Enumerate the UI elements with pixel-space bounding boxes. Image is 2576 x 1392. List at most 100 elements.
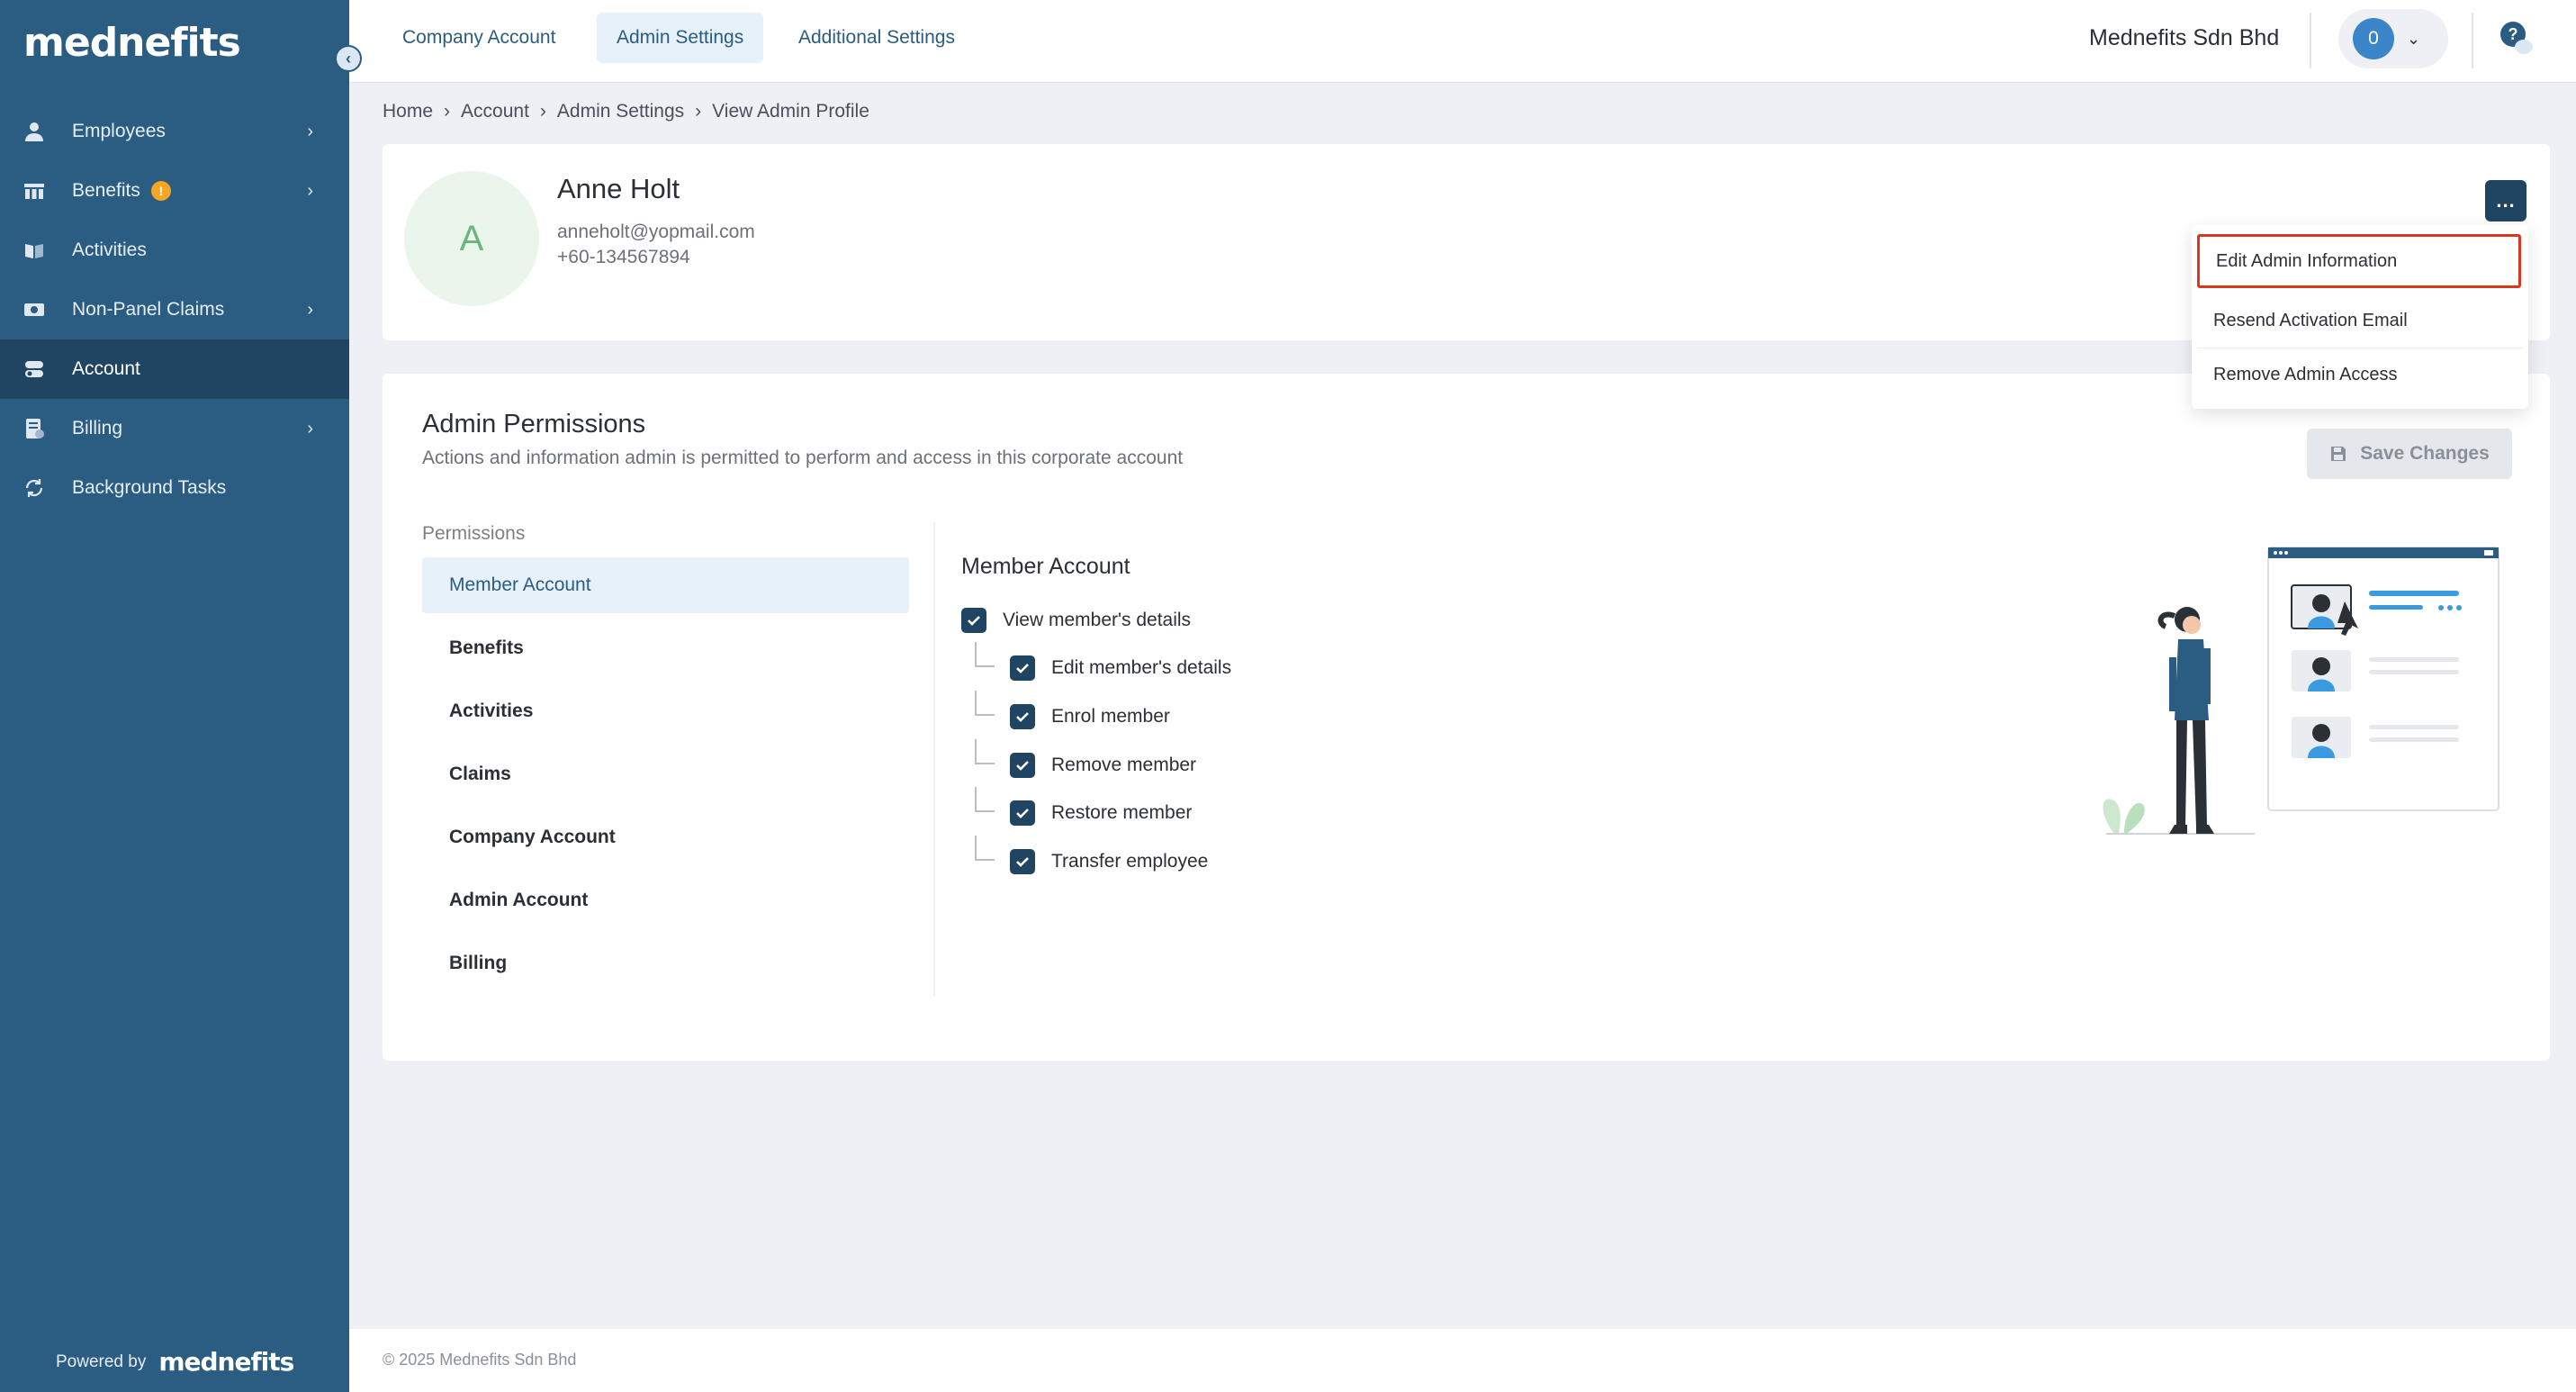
- sidebar-item-label: Background Tasks: [72, 477, 227, 498]
- sidebar-item-label: Non-Panel Claims: [72, 299, 225, 320]
- sidebar-item-employees[interactable]: Employees ›: [0, 102, 349, 161]
- breadcrumb-separator: ›: [695, 101, 702, 122]
- enrol-member-checkbox[interactable]: Enrol member: [1010, 704, 1170, 729]
- checkbox-label: Transfer employee: [1051, 851, 1209, 872]
- divider: [2472, 13, 2473, 68]
- view-member-details-checkbox[interactable]: View member's details: [961, 608, 1191, 633]
- ellipsis-icon: ...: [2496, 189, 2516, 212]
- checkbox-checked-icon: [1010, 704, 1035, 729]
- sidebar: mednefits Employees › Benefits ! › Activ…: [0, 0, 349, 1392]
- save-changes-button[interactable]: Save Changes: [2307, 429, 2512, 479]
- tab-admin-settings[interactable]: Admin Settings: [597, 13, 764, 63]
- chevron-right-icon: ›: [307, 418, 313, 438]
- edit-member-details-checkbox[interactable]: Edit member's details: [1010, 655, 1231, 681]
- chevron-right-icon: ›: [307, 180, 313, 201]
- category-activities[interactable]: Activities: [422, 683, 909, 739]
- checkbox-checked-icon: [1010, 849, 1035, 874]
- sidebar-item-label: Benefits: [72, 180, 140, 201]
- restore-member-checkbox[interactable]: Restore member: [1010, 800, 1192, 826]
- tab-additional-settings[interactable]: Additional Settings: [779, 13, 975, 63]
- sidebar-item-account[interactable]: Account: [0, 339, 349, 399]
- breadcrumb-separator: ›: [539, 101, 546, 122]
- breadcrumb-account[interactable]: Account: [461, 101, 529, 122]
- category-claims[interactable]: Claims: [422, 746, 909, 802]
- sidebar-item-background-tasks[interactable]: Background Tasks: [0, 458, 349, 518]
- chevron-down-icon: ⌄: [2407, 29, 2421, 48]
- chevron-left-icon: ‹: [346, 49, 351, 68]
- divider: [933, 522, 935, 996]
- section-title: Member Account: [961, 554, 1130, 579]
- category-benefits[interactable]: Benefits: [422, 620, 909, 676]
- tree-connector: [975, 739, 995, 764]
- save-changes-label: Save Changes: [2360, 443, 2490, 464]
- company-name: Mednefits Sdn Bhd: [2089, 25, 2280, 50]
- checkbox-checked-icon: [1010, 655, 1035, 681]
- transfer-employee-checkbox[interactable]: Transfer employee: [1010, 849, 1208, 874]
- breadcrumb-separator: ›: [444, 101, 451, 122]
- benefits-icon: [23, 182, 45, 200]
- save-icon: [2331, 447, 2346, 461]
- sidebar-item-label: Employees: [72, 121, 166, 141]
- remove-admin-access-item[interactable]: Remove Admin Access: [2192, 348, 2528, 402]
- profile-name: Anne Holt: [557, 173, 680, 204]
- more-options-button[interactable]: ...: [2485, 180, 2526, 221]
- category-admin-account[interactable]: Admin Account: [422, 872, 909, 928]
- edit-admin-information-item[interactable]: Edit Admin Information: [2197, 234, 2521, 288]
- category-company-account[interactable]: Company Account: [422, 809, 909, 865]
- breadcrumb: Home › Account › Admin Settings › View A…: [383, 101, 869, 122]
- powered-logo: mednefits: [158, 1347, 294, 1377]
- category-billing[interactable]: Billing: [422, 936, 909, 991]
- sidebar-nav: Employees › Benefits ! › Activities Non-…: [0, 102, 349, 518]
- tab-company-account[interactable]: Company Account: [383, 13, 575, 63]
- copyright-text: © 2025 Mednefits Sdn Bhd: [383, 1351, 577, 1369]
- footer: © 2025 Mednefits Sdn Bhd: [349, 1329, 2576, 1392]
- sidebar-item-non-panel-claims[interactable]: Non-Panel Claims ›: [0, 280, 349, 339]
- tree-connector: [975, 836, 995, 861]
- checkbox-checked-icon: [1010, 800, 1035, 826]
- admin-actions-dropdown: Edit Admin Information Resend Activation…: [2192, 225, 2528, 409]
- book-icon: [23, 241, 45, 259]
- profile-avatar: A: [404, 171, 539, 306]
- permissions-subtitle: Actions and information admin is permitt…: [422, 447, 1184, 468]
- permissions-list-label: Permissions: [422, 523, 526, 544]
- permissions-category-list: Member Account Benefits Activities Claim…: [422, 557, 909, 999]
- breadcrumb-current: View Admin Profile: [712, 101, 869, 122]
- user-menu-button[interactable]: 0 ⌄: [2338, 9, 2448, 68]
- checkbox-label: Restore member: [1051, 802, 1193, 823]
- permissions-card: Admin Permissions Actions and informatio…: [383, 374, 2550, 1061]
- checkbox-label: Remove member: [1051, 755, 1197, 775]
- category-member-account[interactable]: Member Account: [422, 557, 909, 613]
- warning-badge: !: [150, 181, 171, 201]
- mednefits-logo[interactable]: mednefits: [23, 20, 241, 66]
- bill-icon: [23, 419, 45, 438]
- cash-icon: [23, 301, 45, 319]
- sidebar-item-label: Activities: [72, 240, 147, 260]
- powered-by-text: Powered by: [56, 1351, 147, 1371]
- breadcrumb-admin-settings[interactable]: Admin Settings: [557, 101, 684, 122]
- checkbox-label: Enrol member: [1051, 706, 1170, 727]
- checkbox-checked-icon: [961, 608, 986, 633]
- resend-activation-email-item[interactable]: Resend Activation Email: [2192, 294, 2528, 348]
- sidebar-item-billing[interactable]: Billing ›: [0, 399, 349, 458]
- sidebar-item-label: Account: [72, 358, 140, 379]
- tree-connector: [975, 787, 995, 812]
- divider: [2310, 13, 2311, 68]
- tree-connector: [975, 691, 995, 716]
- person-icon: [23, 122, 45, 141]
- top-bar: Company Account Admin Settings Additiona…: [349, 0, 2576, 83]
- remove-member-checkbox[interactable]: Remove member: [1010, 753, 1196, 778]
- profile-phone: +60-134567894: [557, 247, 690, 267]
- sidebar-item-activities[interactable]: Activities: [0, 221, 349, 280]
- permissions-title: Admin Permissions: [422, 410, 646, 438]
- help-icon[interactable]: ?: [2499, 20, 2535, 56]
- chevron-right-icon: ›: [307, 299, 313, 320]
- checkbox-label: Edit member's details: [1051, 657, 1232, 678]
- sidebar-item-label: Billing: [72, 418, 123, 438]
- collapse-sidebar-button[interactable]: ‹: [335, 45, 362, 72]
- powered-by: Powered by mednefits: [56, 1347, 294, 1377]
- svg-text:?: ?: [2508, 25, 2518, 43]
- breadcrumb-home[interactable]: Home: [383, 101, 433, 122]
- chevron-right-icon: ›: [307, 121, 313, 141]
- checkbox-label: View member's details: [1003, 610, 1192, 630]
- sidebar-item-benefits[interactable]: Benefits ! ›: [0, 161, 349, 221]
